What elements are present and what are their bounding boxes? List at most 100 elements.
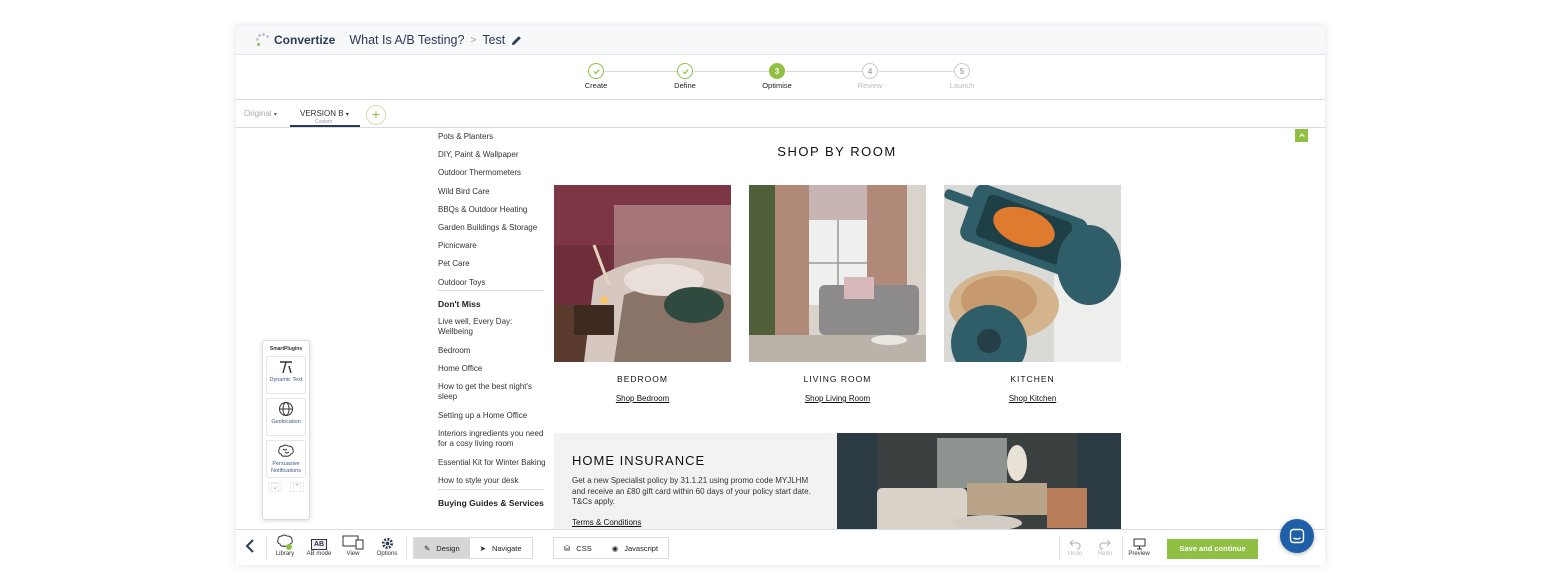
room-card-bedroom[interactable]: BEDROOM Shop Bedroom xyxy=(554,185,731,403)
save-and-continue-button[interactable]: Save and continue xyxy=(1167,539,1258,559)
menu-item[interactable]: How to get the best night's sleep xyxy=(438,382,546,411)
shop-bedroom-link[interactable]: Shop Bedroom xyxy=(554,394,731,403)
menu-item[interactable]: Live well, Every Day: Wellbeing xyxy=(438,317,546,346)
caret-down-icon: ▾ xyxy=(273,112,277,118)
add-version-button[interactable]: + xyxy=(366,105,386,125)
plugin-persuasive-notifications[interactable]: Persuasive Notifications xyxy=(266,440,306,478)
step-number: 4 xyxy=(862,63,878,79)
menu-item[interactable]: Outdoor Thermometers xyxy=(438,168,546,186)
menu-item[interactable]: Essential Kit for Winter Baking xyxy=(438,458,546,476)
room-name: LIVING ROOM xyxy=(803,374,872,384)
options-label: Options xyxy=(376,551,398,557)
chevron-left-icon xyxy=(245,539,254,553)
menu-item[interactable]: Pet Care xyxy=(438,259,546,277)
menu-divider xyxy=(438,289,544,291)
bedroom-image[interactable] xyxy=(554,185,731,362)
tab-label: Original xyxy=(244,109,272,118)
navigate-mode-button[interactable]: ➤ Navigate xyxy=(470,538,532,558)
kitchen-image[interactable] xyxy=(944,185,1121,362)
code-editors: ⛁ CSS ◉ Javascript xyxy=(553,537,670,559)
living-room-image[interactable] xyxy=(749,185,926,362)
step-label: Define xyxy=(674,81,696,90)
step-label: Create xyxy=(584,81,608,90)
menu-heading: Buying Guides & Services xyxy=(438,497,544,508)
menu-item[interactable]: Interiors ingredients you need for a cos… xyxy=(438,429,546,458)
menu-item[interactable]: Garden Buildings & Storage xyxy=(438,223,546,241)
progress-stepper: Create Define 3 Optimise 4 Review 5 Laun… xyxy=(236,55,1325,100)
css-label: CSS xyxy=(576,543,592,553)
plugin-geolocation[interactable]: Geolocation xyxy=(266,398,306,436)
room-card-kitchen[interactable]: KITCHEN Shop Kitchen xyxy=(944,185,1121,403)
menu-item[interactable]: DIY, Paint & Wallpaper xyxy=(438,150,546,168)
redo-button[interactable]: Redo xyxy=(1093,534,1117,557)
active-tab-indicator xyxy=(290,125,360,127)
collapse-up-button[interactable] xyxy=(1295,129,1308,142)
options-button[interactable]: Options xyxy=(373,534,401,557)
shop-living-room-link[interactable]: Shop Living Room xyxy=(749,394,926,403)
menu-item[interactable]: Outdoor Toys xyxy=(438,278,546,296)
caret-down-icon: ▾ xyxy=(345,112,349,118)
redo-label: Redo xyxy=(1097,551,1113,557)
step-create[interactable]: Create xyxy=(566,63,626,90)
library-label: Library xyxy=(275,551,295,557)
tab-original[interactable]: Original ▾ xyxy=(244,109,277,118)
chat-launcher-button[interactable] xyxy=(1280,519,1314,553)
chat-icon xyxy=(1289,528,1305,544)
design-mode-button[interactable]: ✎ Design xyxy=(414,538,470,558)
chevron-down-icon: ⌄ xyxy=(271,483,279,492)
view-button[interactable]: View xyxy=(340,534,366,557)
ab-mode-button[interactable]: AB AB mode xyxy=(304,534,334,557)
shop-kitchen-link[interactable]: Shop Kitchen xyxy=(944,394,1121,403)
convertize-logo-icon xyxy=(256,33,270,47)
menu-item[interactable]: Home Office xyxy=(438,364,546,382)
monitor-icon xyxy=(1133,538,1145,550)
version-tabs: Original ▾ VERSION B ▾ Custom + xyxy=(236,100,1325,128)
step-label: Launch xyxy=(949,81,975,90)
library-button[interactable]: Library xyxy=(272,534,298,557)
edit-pencil-icon[interactable] xyxy=(511,35,522,46)
edit-mode-toggle: ✎ Design ➤ Navigate xyxy=(413,537,533,559)
breadcrumb-project[interactable]: What Is A/B Testing? xyxy=(349,33,464,47)
room-name: KITCHEN xyxy=(1010,374,1055,384)
preview-label: Preview xyxy=(1128,551,1150,557)
css-button[interactable]: ⛁ CSS xyxy=(554,538,602,558)
plugin-label: Dynamic Text xyxy=(269,377,303,383)
plugin-dynamic-text[interactable]: Dynamic Text xyxy=(266,356,306,394)
preview-button[interactable]: Preview xyxy=(1126,534,1152,557)
menu-item[interactable]: Pots & Planters xyxy=(438,132,546,150)
check-icon xyxy=(677,63,693,79)
room-card-living-room[interactable]: LIVING ROOM Shop Living Room xyxy=(749,185,926,403)
shop-by-room-heading: SHOP BY ROOM xyxy=(777,144,897,159)
menu-item[interactable]: Picnicware xyxy=(438,241,546,259)
breadcrumb-separator: > xyxy=(470,34,477,46)
step-number: 5 xyxy=(954,63,970,79)
ab-mode-label: AB mode xyxy=(306,551,332,557)
scroll-up-button[interactable]: ⌃ xyxy=(290,482,304,492)
ab-mode-icon: AB xyxy=(310,539,328,550)
step-review: 4 Review xyxy=(840,63,900,90)
menu-item[interactable]: Bedroom xyxy=(438,346,546,364)
brand-name[interactable]: Convertize xyxy=(274,33,335,47)
app-header: Convertize What Is A/B Testing? > Test xyxy=(236,26,1325,55)
menu-item[interactable]: BBQs & Outdoor Heating xyxy=(438,205,546,223)
plugin-label: Persuasive Notifications xyxy=(271,461,301,474)
terms-link[interactable]: Terms & Conditions xyxy=(572,518,641,527)
category-menu: Pots & Planters DIY, Paint & Wallpaper O… xyxy=(438,132,546,516)
tab-version-b[interactable]: VERSION B ▾ xyxy=(300,109,349,118)
javascript-button[interactable]: ◉ Javascript xyxy=(602,538,668,558)
back-button[interactable] xyxy=(244,539,256,555)
devices-icon xyxy=(342,535,364,550)
step-define[interactable]: Define xyxy=(655,63,715,90)
gear-icon xyxy=(381,537,393,550)
step-number: 3 xyxy=(769,63,785,79)
menu-item[interactable]: Setting up a Home Office xyxy=(438,411,546,429)
menu-item[interactable]: Wild Bird Care xyxy=(438,187,546,205)
menu-heading: Don't Miss xyxy=(438,298,481,309)
step-optimise[interactable]: 3 Optimise xyxy=(747,63,807,90)
undo-button[interactable]: Undo xyxy=(1063,534,1087,557)
scroll-down-button[interactable]: ⌄ xyxy=(268,482,282,492)
dynamic-text-icon xyxy=(280,361,292,374)
pencil-icon: ✎ xyxy=(424,543,431,553)
menu-item[interactable]: How to style your desk xyxy=(438,476,546,494)
globe-icon xyxy=(279,402,293,416)
